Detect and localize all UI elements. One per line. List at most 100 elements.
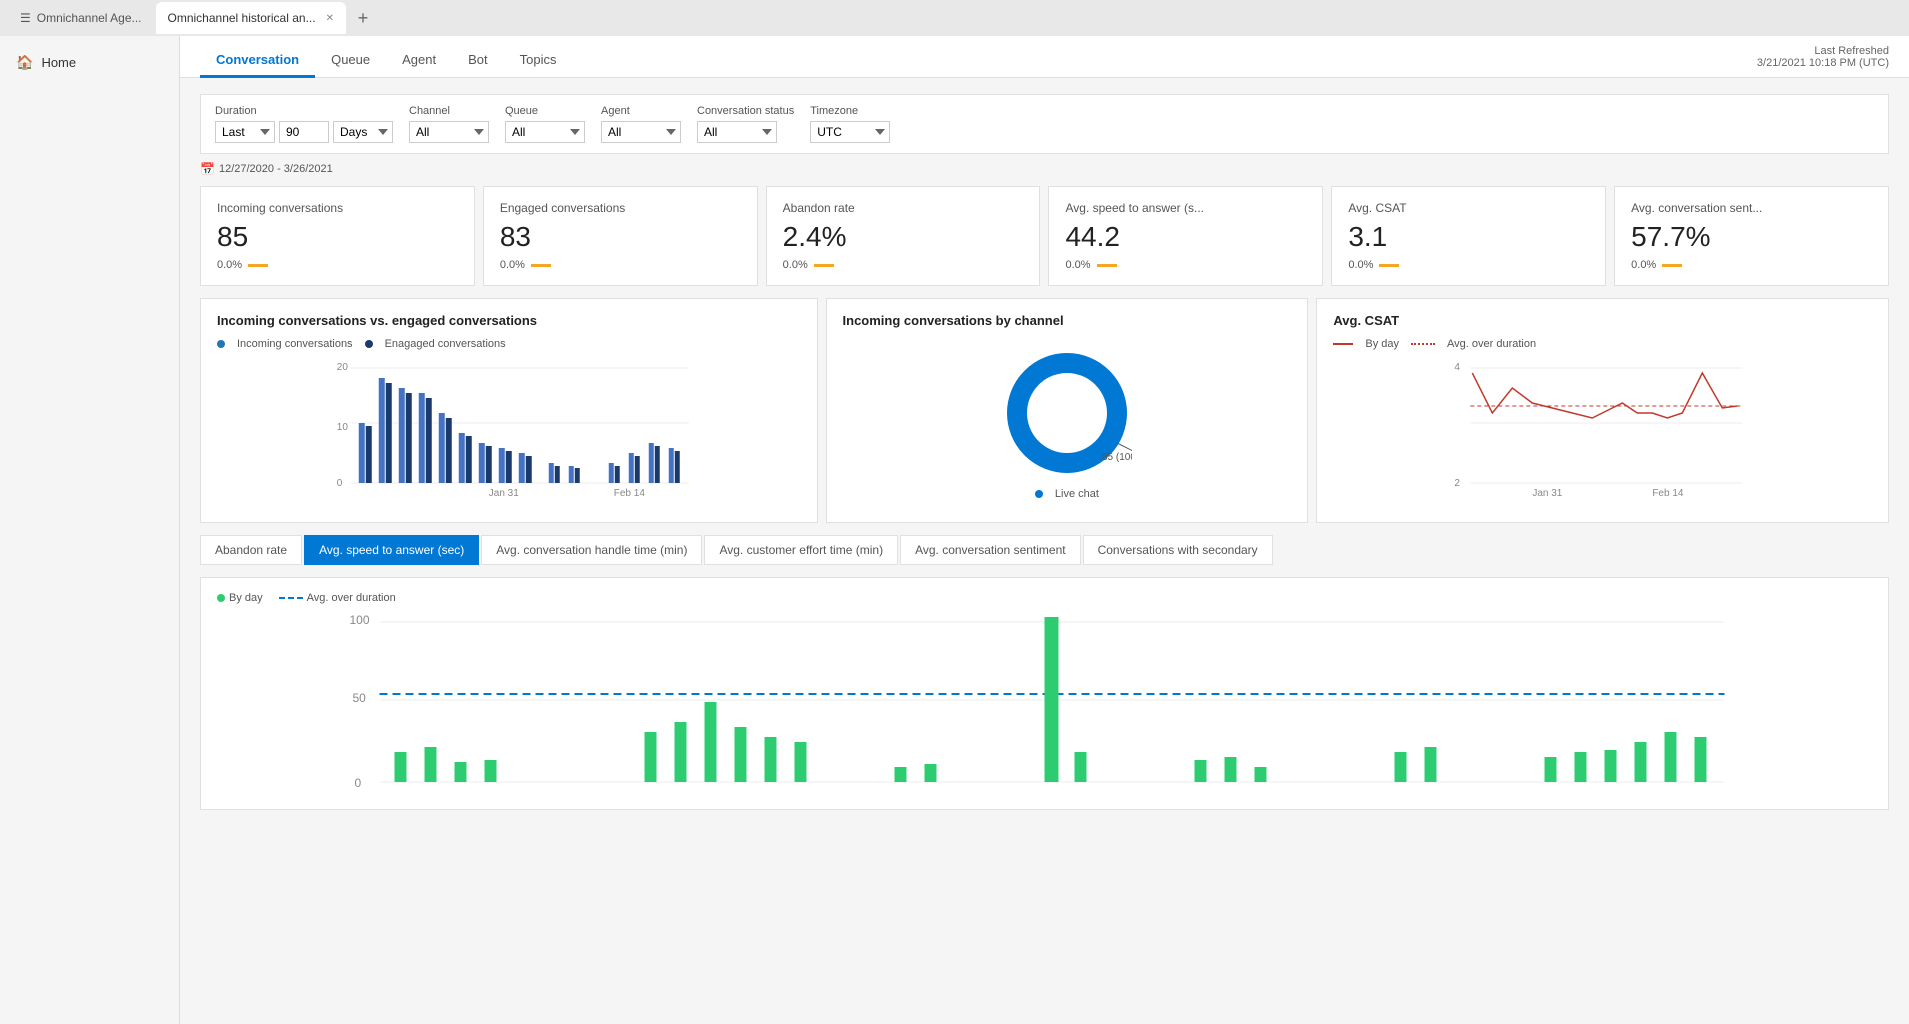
kpi-incoming-bar (248, 264, 268, 267)
bottom-tab-sentiment[interactable]: Avg. conversation sentiment (900, 535, 1081, 565)
kpi-engaged: Engaged conversations 83 0.0% (483, 186, 758, 286)
kpi-engaged-bar (531, 264, 551, 267)
sidebar-item-home[interactable]: 🏠 Home (0, 44, 179, 81)
donut-chart-card: Incoming conversations by channel 85 (10… (826, 298, 1309, 523)
filter-agent-select[interactable]: All (601, 121, 681, 143)
kpi-abandon: Abandon rate 2.4% 0.0% (766, 186, 1041, 286)
filter-conv-status-label: Conversation status (697, 105, 794, 117)
legend-incoming-dot (217, 340, 225, 348)
kpi-sentiment-bar (1662, 264, 1682, 267)
svg-text:50: 50 (353, 691, 367, 705)
kpi-incoming: Incoming conversations 85 0.0% (200, 186, 475, 286)
kpi-abandon-title: Abandon rate (783, 201, 1024, 215)
home-icon: 🏠 (16, 54, 33, 71)
svg-text:100: 100 (350, 613, 370, 627)
kpi-incoming-change: 0.0% (217, 259, 458, 271)
kpi-csat-change: 0.0% (1348, 259, 1589, 271)
kpi-engaged-change: 0.0% (500, 259, 741, 271)
tab-queue[interactable]: Queue (315, 44, 386, 78)
browser-tab-2[interactable]: Omnichannel historical an... ✕ (156, 2, 346, 34)
bottom-chart-svg: 100 50 0 (217, 612, 1872, 792)
kpi-engaged-value: 83 (500, 221, 741, 253)
bottom-tab-abandon[interactable]: Abandon rate (200, 535, 302, 565)
legend-byday-line (1333, 343, 1353, 345)
legend-avg-label: Avg. over duration (1447, 338, 1536, 350)
donut-chart-legend: Live chat (843, 488, 1292, 500)
bottom-tab-speed[interactable]: Avg. speed to answer (sec) (304, 535, 479, 565)
filter-conv-status: Conversation status All (697, 105, 794, 143)
filter-channel-label: Channel (409, 105, 489, 117)
line-chart-legend: By day Avg. over duration (1333, 338, 1872, 350)
line-chart-card: Avg. CSAT By day Avg. over duration 4 2 (1316, 298, 1889, 523)
svg-text:Jan 31: Jan 31 (1533, 488, 1563, 498)
kpi-incoming-value: 85 (217, 221, 458, 253)
filter-duration: Duration Last Days (215, 105, 393, 143)
svg-text:2: 2 (1455, 478, 1461, 489)
bottom-tab-secondary[interactable]: Conversations with secondary (1083, 535, 1273, 565)
legend-byday-label: By day (1365, 338, 1399, 350)
content-area: Duration Last Days Channel (180, 78, 1909, 1024)
bottom-tabs-row: Abandon rate Avg. speed to answer (sec) … (200, 535, 1889, 565)
kpi-incoming-title: Incoming conversations (217, 201, 458, 215)
tab-conversation[interactable]: Conversation (200, 44, 315, 78)
kpi-csat-value: 3.1 (1348, 221, 1589, 253)
kpi-abandon-change: 0.0% (783, 259, 1024, 271)
filter-duration-controls: Last Days (215, 121, 393, 143)
browser-tab-bar: ☰ Omnichannel Age... Omnichannel histori… (0, 0, 1909, 36)
svg-text:Feb 14: Feb 14 (614, 488, 646, 498)
bottom-tab-effort[interactable]: Avg. customer effort time (min) (704, 535, 898, 565)
kpi-engaged-title: Engaged conversations (500, 201, 741, 215)
browser-tab-2-label: Omnichannel historical an... (168, 11, 316, 25)
filter-queue-select[interactable]: All (505, 121, 585, 143)
last-refreshed-label: Last Refreshed (1757, 45, 1889, 57)
svg-text:Jan 31: Jan 31 (489, 488, 519, 498)
svg-text:20: 20 (337, 362, 349, 373)
calendar-icon: 📅 (200, 162, 215, 176)
svg-text:4: 4 (1455, 362, 1461, 373)
legend-livechat-label: Live chat (1055, 488, 1099, 500)
svg-text:85 (100%): 85 (100%) (1102, 452, 1132, 463)
close-tab-icon[interactable]: ✕ (326, 13, 334, 24)
date-range: 📅 12/27/2020 - 3/26/2021 (200, 162, 1889, 176)
date-range-value: 12/27/2020 - 3/26/2021 (219, 163, 333, 175)
kpi-sentiment-change: 0.0% (1631, 259, 1872, 271)
kpi-speed: Avg. speed to answer (s... 44.2 0.0% (1048, 186, 1323, 286)
last-refreshed: Last Refreshed 3/21/2021 10:18 PM (UTC) (1757, 45, 1889, 77)
kpi-speed-bar (1097, 264, 1117, 267)
line-chart-svg: 4 2 Jan 31 Feb 14 (1333, 358, 1872, 498)
legend-engaged-label: Enagaged conversations (385, 338, 506, 350)
filter-conv-status-select[interactable]: All (697, 121, 777, 143)
svg-text:10: 10 (337, 422, 349, 433)
kpi-speed-change: 0.0% (1065, 259, 1306, 271)
charts-row: Incoming conversations vs. engaged conve… (200, 298, 1889, 523)
kpi-speed-title: Avg. speed to answer (s... (1065, 201, 1306, 215)
legend-avg-dotted (1411, 343, 1435, 345)
tab-topics[interactable]: Topics (504, 44, 573, 78)
filter-timezone-select[interactable]: UTC (810, 121, 890, 143)
bar-chart-title: Incoming conversations vs. engaged conve… (217, 313, 801, 328)
bottom-chart-legend: By day Avg. over duration (217, 592, 1872, 604)
bottom-tab-handle[interactable]: Avg. conversation handle time (min) (481, 535, 702, 565)
browser-tab-1[interactable]: ☰ Omnichannel Age... (8, 2, 154, 34)
svg-text:Feb 14: Feb 14 (1653, 488, 1685, 498)
kpi-row: Incoming conversations 85 0.0% Engaged c… (200, 186, 1889, 286)
bar-chart-legend: Incoming conversations Enagaged conversa… (217, 338, 801, 350)
new-tab-button[interactable]: + (348, 3, 378, 33)
bottom-legend-avg: Avg. over duration (279, 592, 396, 604)
filter-duration-number[interactable] (279, 121, 329, 143)
tab-bot[interactable]: Bot (452, 44, 504, 78)
filter-channel-select[interactable]: All (409, 121, 489, 143)
filter-duration-unit-select[interactable]: Days (333, 121, 393, 143)
filter-duration-label: Duration (215, 105, 393, 117)
legend-incoming-label: Incoming conversations (237, 338, 353, 350)
filter-duration-select[interactable]: Last (215, 121, 275, 143)
app-layout: 🏠 Home Conversation Queue Agent Bot (0, 36, 1909, 1024)
kpi-abandon-value: 2.4% (783, 221, 1024, 253)
kpi-sentiment: Avg. conversation sent... 57.7% 0.0% (1614, 186, 1889, 286)
tab-agent[interactable]: Agent (386, 44, 452, 78)
bar-chart-card: Incoming conversations vs. engaged conve… (200, 298, 818, 523)
legend-livechat-dot (1035, 490, 1043, 498)
legend-day-dot (217, 594, 225, 602)
browser-tab-1-label: Omnichannel Age... (37, 11, 142, 25)
kpi-sentiment-value: 57.7% (1631, 221, 1872, 253)
